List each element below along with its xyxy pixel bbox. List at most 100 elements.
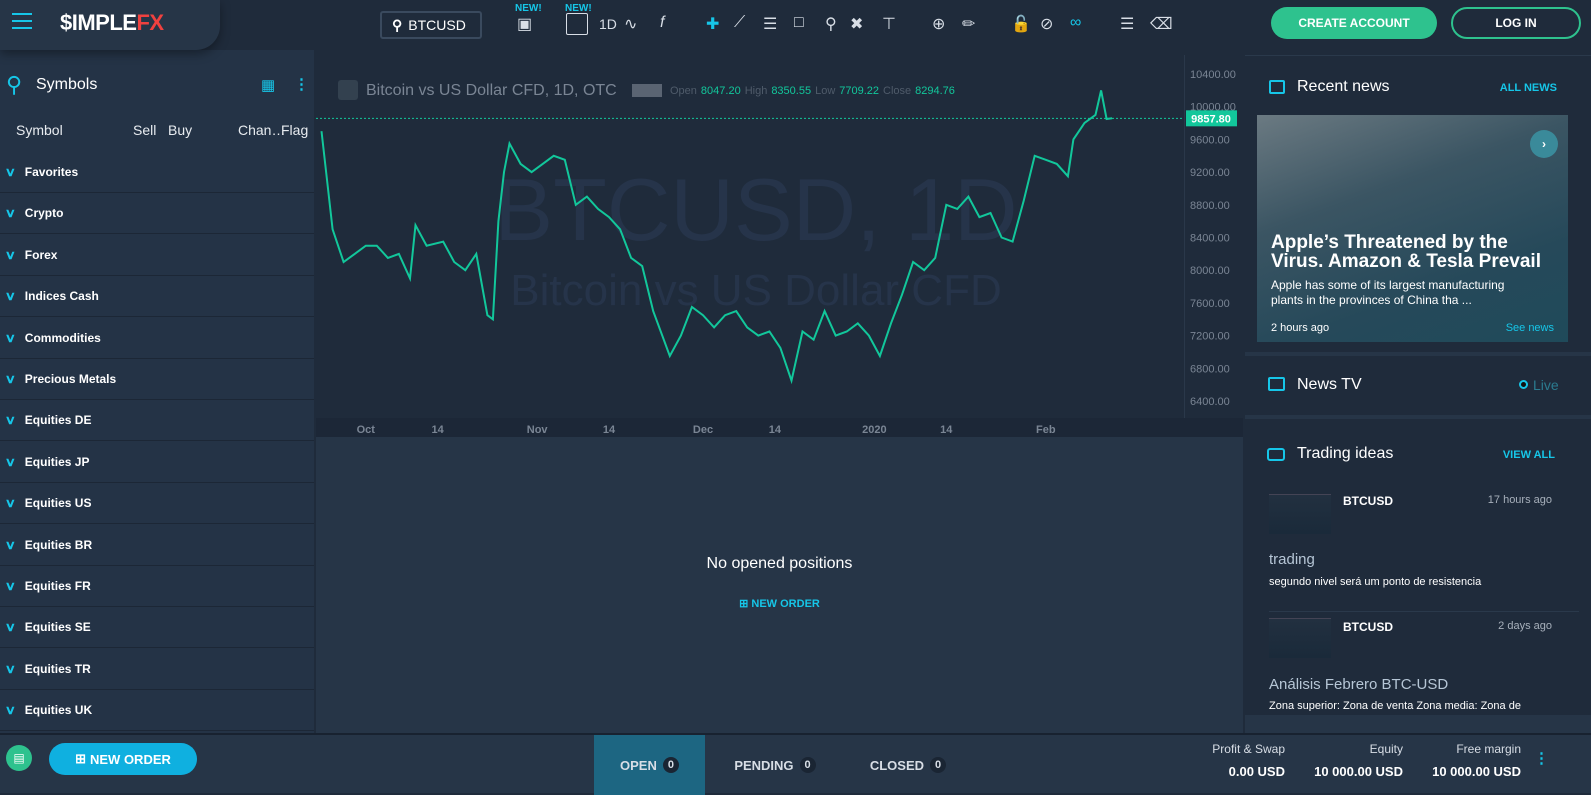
marker-icon[interactable]: ⚲ <box>825 14 837 34</box>
chevron-down-icon: ∨ <box>4 620 17 635</box>
idea-thumbnail[interactable] <box>1269 494 1331 534</box>
category-item[interactable]: ∨ Commodities <box>0 318 314 359</box>
recent-news-title: Recent news <box>1297 78 1390 95</box>
ruler-icon[interactable]: ✏ <box>962 14 975 34</box>
col-flag[interactable]: Flag <box>281 122 308 138</box>
simplefx-logo[interactable]: $IMPLEFX <box>60 10 164 36</box>
col-buy[interactable]: Buy <box>168 122 192 138</box>
hide-icon[interactable]: ⊘ <box>1040 14 1053 34</box>
logo-area: $IMPLEFX <box>0 0 220 50</box>
new-badge: NEW! <box>515 3 542 14</box>
trash-icon[interactable]: ⌫ <box>1150 14 1173 34</box>
free-margin: Free margin 10 000.00 USD <box>1432 742 1521 779</box>
category-item[interactable]: ∨ Forex <box>0 235 314 276</box>
layout-icon[interactable] <box>566 13 588 35</box>
measure-icon[interactable]: ⊤ <box>882 14 896 34</box>
chevron-down-icon: ∨ <box>4 413 17 428</box>
see-news-link[interactable]: See news <box>1506 322 1554 334</box>
crosshair-icon[interactable]: ✚ <box>706 14 719 34</box>
view-all-link[interactable]: VIEW ALL <box>1503 449 1555 461</box>
live-status[interactable]: Live <box>1533 377 1559 393</box>
chart-legend-title: Bitcoin vs US Dollar CFD, 1D, OTC <box>366 82 617 99</box>
category-item[interactable]: ∨ Crypto <box>0 193 314 235</box>
chevron-down-icon: ∨ <box>4 703 17 718</box>
idea-title[interactable]: Análisis Febrero BTC-USD <box>1269 676 1448 693</box>
category-item[interactable]: ∨ Equities US <box>0 483 314 525</box>
news-card[interactable]: › Apple’s Threatened by the Virus. Amazo… <box>1257 115 1568 342</box>
last-price-label: 9857.80 <box>1191 113 1231 125</box>
category-item[interactable]: ∨ Precious Metals <box>0 359 314 400</box>
new-order-icon: ⊞ <box>75 751 86 766</box>
y-tick-label: 8400.00 <box>1190 233 1230 245</box>
news-tv-title: News TV <box>1297 376 1362 393</box>
calculator-icon[interactable]: ▦ <box>261 76 275 94</box>
layers-icon[interactable]: ☰ <box>1120 14 1134 34</box>
fib-icon[interactable]: ☰ <box>763 14 777 34</box>
interval-button[interactable]: 1D <box>599 16 617 32</box>
category-item[interactable]: ∨ Equities UK <box>0 690 314 732</box>
watermark-name: Bitcoin vs US Dollar CFD <box>510 266 1001 315</box>
chevron-down-icon: ∨ <box>4 289 17 304</box>
y-tick-label: 9600.00 <box>1190 134 1230 146</box>
category-label: Equities TR <box>24 661 91 676</box>
legend-settings-icon[interactable] <box>632 84 662 97</box>
tab-pending[interactable]: PENDING 0 <box>720 735 830 795</box>
more-icon[interactable]: ⋮ <box>294 75 309 93</box>
category-item[interactable]: ∨ Equities SE <box>0 607 314 649</box>
idea-symbol: BTCUSD <box>1343 494 1393 508</box>
chart-type-icon[interactable]: ∿ <box>624 14 637 34</box>
camera-icon[interactable]: ▣ <box>517 14 532 34</box>
create-account-button[interactable]: CREATE ACCOUNT <box>1271 7 1437 39</box>
rectangle-icon[interactable]: □ <box>794 14 804 32</box>
chevron-down-icon: ∨ <box>4 165 17 179</box>
category-item[interactable]: ∨ Equities BR <box>0 525 314 566</box>
col-change[interactable]: Chan… <box>238 122 285 138</box>
category-item[interactable]: ∨ Equities TR <box>0 649 314 690</box>
idea-symbol: BTCUSD <box>1343 620 1393 634</box>
chevron-down-icon: ∨ <box>4 372 17 386</box>
category-item[interactable]: ∨ Equities JP <box>0 442 314 483</box>
search-icon[interactable]: ⚲ <box>6 72 22 98</box>
category-item[interactable]: ∨ Equities DE <box>0 400 314 442</box>
tab-closed[interactable]: CLOSED 0 <box>858 735 958 795</box>
indicators-icon[interactable]: f <box>660 14 664 32</box>
pattern-icon[interactable]: ✖ <box>850 14 863 34</box>
category-item[interactable]: ∨ Indices Cash <box>0 276 314 318</box>
category-item[interactable]: ∨ Equities FR <box>0 566 314 607</box>
x-tick-label: 14 <box>603 424 616 436</box>
more-icon[interactable]: ⋮ <box>1534 749 1549 767</box>
tab-open[interactable]: OPEN 0 <box>594 735 705 795</box>
col-sell[interactable]: Sell <box>133 122 156 138</box>
hamburger-menu-icon[interactable] <box>12 13 32 29</box>
x-tick-label: Dec <box>693 424 713 436</box>
y-tick-label: 6400.00 <box>1190 396 1230 408</box>
x-tick-label: 14 <box>769 424 782 436</box>
new-order-link[interactable]: ⊞ NEW ORDER <box>316 597 1243 610</box>
category-item[interactable]: ∨ Favorites <box>0 152 314 193</box>
next-arrow-icon[interactable]: › <box>1530 130 1558 158</box>
idea-thumbnail[interactable] <box>1269 618 1331 658</box>
chat-icon[interactable]: ▤ <box>6 745 32 771</box>
col-symbol[interactable]: Symbol <box>16 122 63 138</box>
new-order-button[interactable]: ⊞ NEW ORDER <box>49 743 197 775</box>
lock-icon[interactable]: 🔓 <box>1011 14 1031 34</box>
price-chart[interactable]: BTCUSD, 1D Bitcoin vs US Dollar CFD 10400.… <box>316 55 1243 437</box>
chevron-down-icon: ∨ <box>4 330 17 345</box>
live-dot-icon <box>1519 380 1528 389</box>
idea-time: 2 days ago <box>1498 620 1552 632</box>
login-button[interactable]: LOG IN <box>1451 7 1581 39</box>
chevron-down-icon: ∨ <box>4 579 17 593</box>
news-headline[interactable]: Apple’s Threatened by the Virus. Amazon … <box>1271 233 1561 271</box>
y-tick-label: 7600.00 <box>1190 298 1230 310</box>
category-label: Equities DE <box>24 413 92 428</box>
idea-title[interactable]: trading <box>1269 551 1315 568</box>
category-label: Equities US <box>24 496 92 511</box>
zoom-in-icon[interactable]: ⊕ <box>932 14 945 34</box>
news-summary: Apple has some of its largest manufactur… <box>1271 278 1505 307</box>
symbol-search-input[interactable]: ⚲ BTCUSD <box>380 11 482 39</box>
trendline-icon[interactable]: ⟋ <box>734 14 745 32</box>
symbol-info-icon[interactable] <box>338 80 358 100</box>
all-news-link[interactable]: ALL NEWS <box>1500 82 1557 94</box>
chart-svg[interactable]: BTCUSD, 1D Bitcoin vs US Dollar CFD 10400.… <box>316 55 1243 437</box>
link-icon[interactable]: ∞ <box>1070 14 1081 32</box>
